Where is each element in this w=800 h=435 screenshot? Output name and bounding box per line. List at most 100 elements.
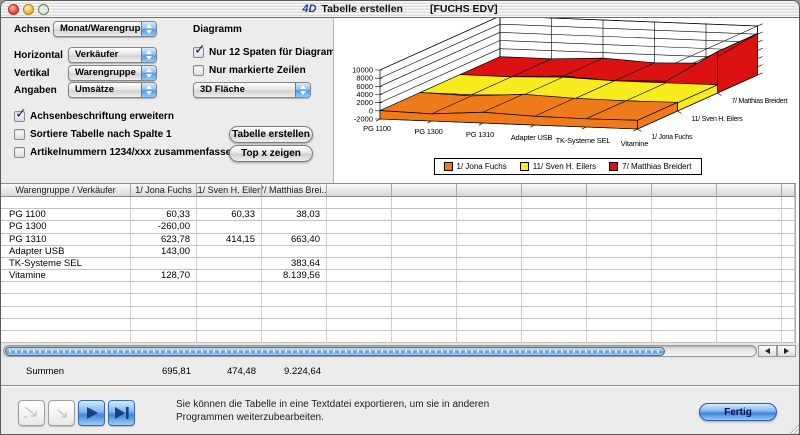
- table-cell: 414,15: [197, 234, 262, 246]
- scroll-right-arrow-button[interactable]: [777, 345, 796, 357]
- table-cell: [717, 221, 782, 233]
- table-cell: [782, 331, 795, 343]
- table-row[interactable]: [1, 307, 795, 319]
- checkbox-label: Artikelnummern 1234/xxx zusammenfassen: [30, 147, 237, 158]
- table-cell: [652, 258, 717, 270]
- tabelle-erstellen-button[interactable]: Tabelle erstellen: [229, 126, 313, 143]
- checkbox-box[interactable]: [193, 65, 204, 76]
- table-row[interactable]: PG 110060,3360,3338,03: [1, 209, 795, 221]
- svg-text:10000: 10000: [352, 66, 373, 75]
- app-window: 4D Tabelle erstellen [FUCHS EDV] Achsen …: [0, 0, 800, 435]
- table-cell: [327, 246, 392, 258]
- table-row[interactable]: [1, 319, 795, 331]
- nav-next-record-button[interactable]: [78, 400, 105, 426]
- legend-item: 1/ Jona Fuchs: [443, 162, 506, 171]
- nav-last-record-button[interactable]: [108, 400, 135, 426]
- achsenbeschriftung-checkbox[interactable]: Achsenbeschriftung erweitern: [14, 111, 174, 122]
- fertig-button[interactable]: Fertig: [699, 403, 777, 421]
- table-cell: [457, 197, 522, 209]
- nav-first-record-button[interactable]: [18, 400, 45, 426]
- nur-markierte-zeilen-checkbox[interactable]: Nur markierte Zeilen: [193, 65, 306, 76]
- table-cell: [457, 270, 522, 282]
- table-cell: [131, 294, 197, 306]
- checkbox-label: Achsenbeschriftung erweitern: [30, 111, 174, 122]
- table-cell: [652, 319, 717, 331]
- svg-text:4000: 4000: [356, 90, 373, 99]
- svg-text:TK-Systeme SEL: TK-Systeme SEL: [556, 136, 611, 145]
- table-cell: [587, 197, 652, 209]
- checkbox-box[interactable]: [14, 129, 25, 140]
- table-cell: [717, 246, 782, 258]
- table-cell: [131, 307, 197, 319]
- scroll-left-arrow-button[interactable]: [758, 345, 777, 357]
- sortiere-tabelle-checkbox[interactable]: Sortiere Tabelle nach Spalte 1: [14, 129, 172, 140]
- close-button[interactable]: [8, 4, 19, 15]
- achsen-popup[interactable]: Monat/Warengrupp...: [53, 21, 157, 37]
- table-cell: [457, 282, 522, 294]
- nav-previous-record-button[interactable]: [48, 400, 75, 426]
- table-row[interactable]: Adapter USB143,00: [1, 246, 795, 258]
- svg-text:7/ Matthias Breidert: 7/ Matthias Breidert: [732, 98, 788, 105]
- table-cell: [392, 307, 457, 319]
- table-cell: [457, 319, 522, 331]
- table-cell: -260,00: [131, 221, 197, 233]
- table-row[interactable]: [1, 294, 795, 306]
- summary-value: 695,81: [131, 363, 197, 379]
- legend-item: 11/ Sven H. Eilers: [520, 162, 596, 171]
- nur-12-spalten-checkbox[interactable]: Nur 12 Spaten für Diagramm: [193, 47, 344, 58]
- charttype-popup[interactable]: 3D Fläche: [193, 82, 311, 98]
- table-row[interactable]: [1, 331, 795, 343]
- top-x-zeigen-button[interactable]: Top x zeigen: [229, 145, 313, 162]
- table-cell: PG 1310: [1, 234, 131, 246]
- table-cell: 8.139,56: [262, 270, 327, 282]
- vertikal-popup[interactable]: Warengruppe: [68, 65, 157, 81]
- table-row[interactable]: PG 1310623,78414,15663,40: [1, 234, 795, 246]
- artikelnummern-checkbox[interactable]: Artikelnummern 1234/xxx zusammenfassen: [14, 147, 237, 158]
- svg-text:6000: 6000: [356, 82, 373, 91]
- legend-label: 11/ Sven H. Eilers: [533, 162, 596, 171]
- svg-text:1/ Jona Fuchs: 1/ Jona Fuchs: [652, 134, 693, 141]
- zoom-button[interactable]: [38, 4, 49, 15]
- table-cell: [197, 246, 262, 258]
- table-cell: [587, 331, 652, 343]
- window-title: 4D Tabelle erstellen [FUCHS EDV]: [302, 3, 497, 15]
- vertical-scrollbar[interactable]: [795, 183, 800, 343]
- angaben-popup[interactable]: Umsätze: [68, 82, 157, 98]
- table-cell: [392, 221, 457, 233]
- checkbox-label: Nur markierte Zeilen: [209, 65, 306, 76]
- table-cell: [392, 246, 457, 258]
- table-header-cell: 1/ Jona Fuchs: [131, 184, 197, 196]
- first-record-icon: [21, 404, 42, 422]
- table-cell: [392, 270, 457, 282]
- table-cell: [131, 319, 197, 331]
- horizontal-scrollbar-track[interactable]: [3, 345, 757, 357]
- table-cell: [522, 294, 587, 306]
- table-row[interactable]: Vitamine128,708.139,56: [1, 270, 795, 282]
- table-row[interactable]: [1, 197, 795, 209]
- table-cell: [717, 270, 782, 282]
- last-record-icon: [111, 404, 132, 422]
- table-row[interactable]: TK-Systeme SEL383,64: [1, 258, 795, 270]
- table-cell: [131, 258, 197, 270]
- table-cell: [457, 221, 522, 233]
- table-header-cell: Warengruppe / Verkäufer: [1, 184, 131, 196]
- horizontal-popup[interactable]: Verkäufer: [68, 47, 157, 63]
- window-title-app: Tabelle erstellen: [321, 3, 403, 15]
- checkbox-box[interactable]: [193, 47, 204, 58]
- table-cell: [522, 307, 587, 319]
- table-cell: [327, 282, 392, 294]
- checkbox-box[interactable]: [14, 147, 25, 158]
- resize-grip[interactable]: [786, 421, 800, 435]
- table-cell: 60,33: [197, 209, 262, 221]
- table-cell: [392, 258, 457, 270]
- checkbox-box[interactable]: [14, 111, 25, 122]
- horizontal-scrollbar-thumb[interactable]: [5, 347, 665, 356]
- legend-label: 1/ Jona Fuchs: [456, 162, 506, 171]
- table-cell: [262, 331, 327, 343]
- svg-text:0: 0: [369, 106, 373, 115]
- table-row[interactable]: PG 1300-260,00: [1, 221, 795, 233]
- table-row[interactable]: [1, 282, 795, 294]
- 4d-logo-icon: 4D: [302, 3, 316, 15]
- minimize-button[interactable]: [23, 4, 34, 15]
- table-cell: [392, 209, 457, 221]
